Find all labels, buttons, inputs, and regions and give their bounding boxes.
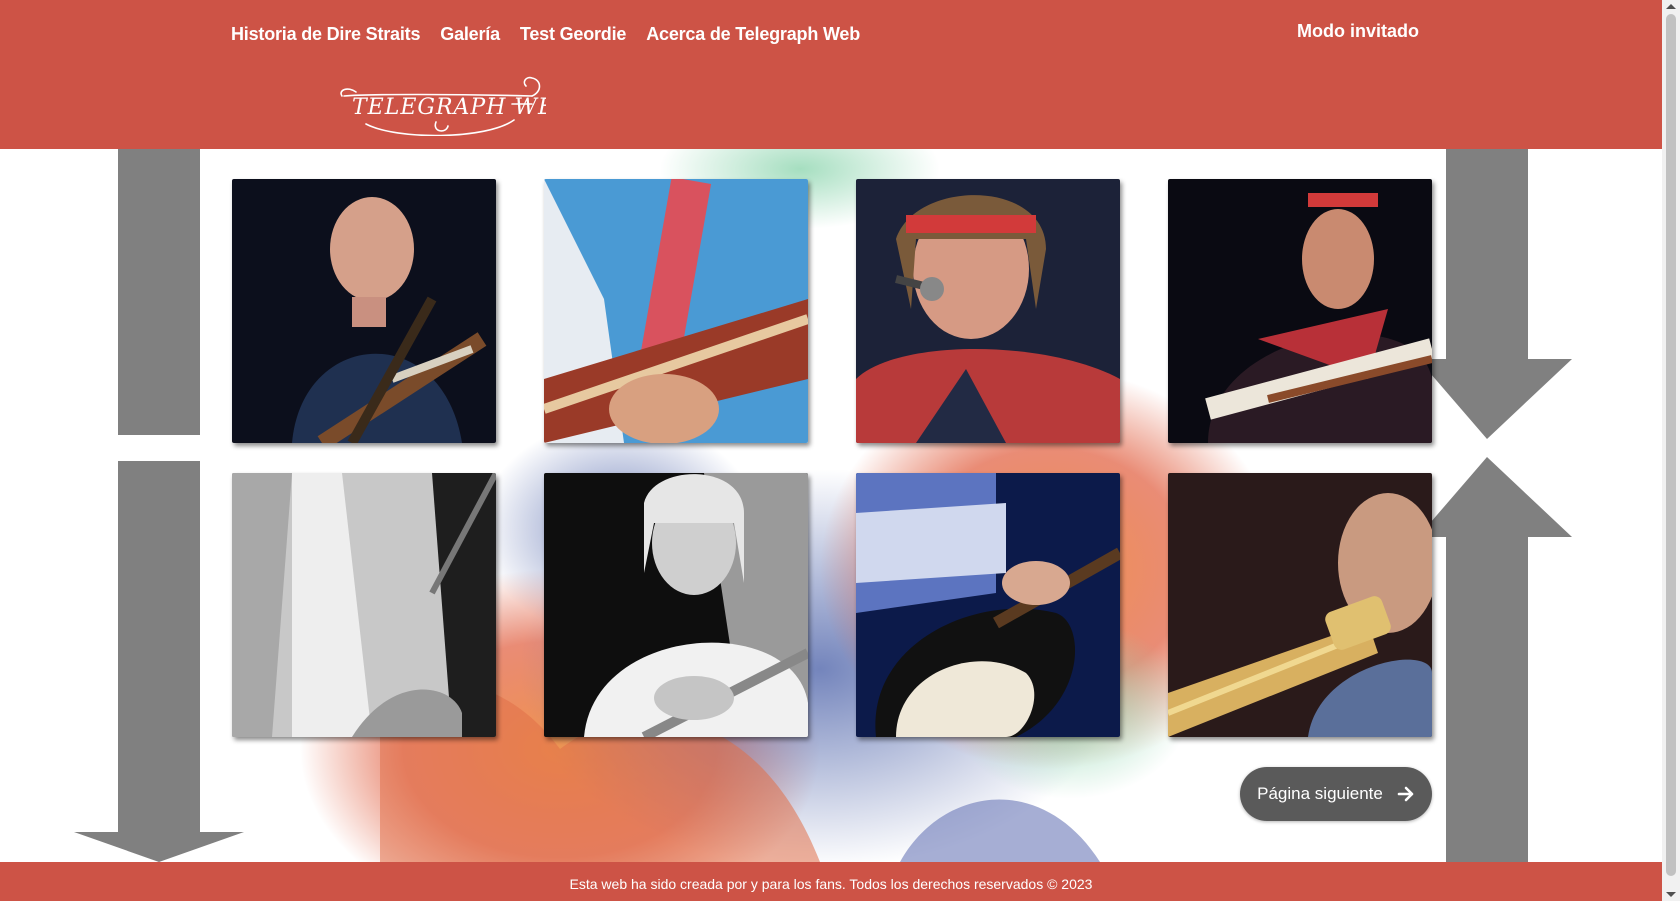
gallery-photo[interactable] [856,179,1120,443]
gallery-photo[interactable] [232,179,496,443]
nav-item-galeria[interactable]: Galería [440,24,500,45]
site-footer: Esta web ha sido creada por y para los f… [0,862,1662,901]
nav-item-acerca[interactable]: Acerca de Telegraph Web [646,24,860,45]
guitarist-photo-icon [1168,179,1432,443]
gallery-photo[interactable] [544,473,808,737]
guitarist-photo-icon [1168,473,1432,737]
next-page-button[interactable]: Página siguiente [1240,767,1432,821]
gallery-photo[interactable] [856,473,1120,737]
guitarist-photo-icon [856,179,1120,443]
site-logo[interactable]: TELEGRAPH WEB [336,74,546,136]
guest-mode-link[interactable]: Modo invitado [1297,21,1419,42]
arrow-right-icon [1397,786,1414,802]
gallery-photo[interactable] [232,473,496,737]
guitarist-photo-icon [232,473,496,737]
nav-item-historia[interactable]: Historia de Dire Straits [231,24,420,45]
nav-item-test-geordie[interactable]: Test Geordie [520,24,626,45]
footer-text: Esta web ha sido creada por y para los f… [569,875,1093,892]
site-header: Historia de Dire Straits Galería Test Ge… [0,0,1662,149]
scroll-down-icon[interactable] [1666,892,1676,897]
logo-text: TELEGRAPH WEB [352,95,546,120]
gallery-photo[interactable] [1168,179,1432,443]
gallery-photo[interactable] [1168,473,1432,737]
guitarist-photo-icon [544,179,808,443]
next-page-label: Página siguiente [1257,784,1383,803]
main-nav: Historia de Dire Straits Galería Test Ge… [231,24,860,45]
scrollbar-thumb[interactable] [1666,14,1676,876]
gallery-photo[interactable] [544,179,808,443]
guitarist-photo-icon [232,179,496,443]
photo-gallery [232,179,1433,737]
guitarist-photo-icon [856,473,1120,737]
guitarist-photo-icon [544,473,808,737]
scroll-up-icon[interactable] [1666,4,1676,9]
page-scrollbar[interactable] [1662,0,1680,901]
